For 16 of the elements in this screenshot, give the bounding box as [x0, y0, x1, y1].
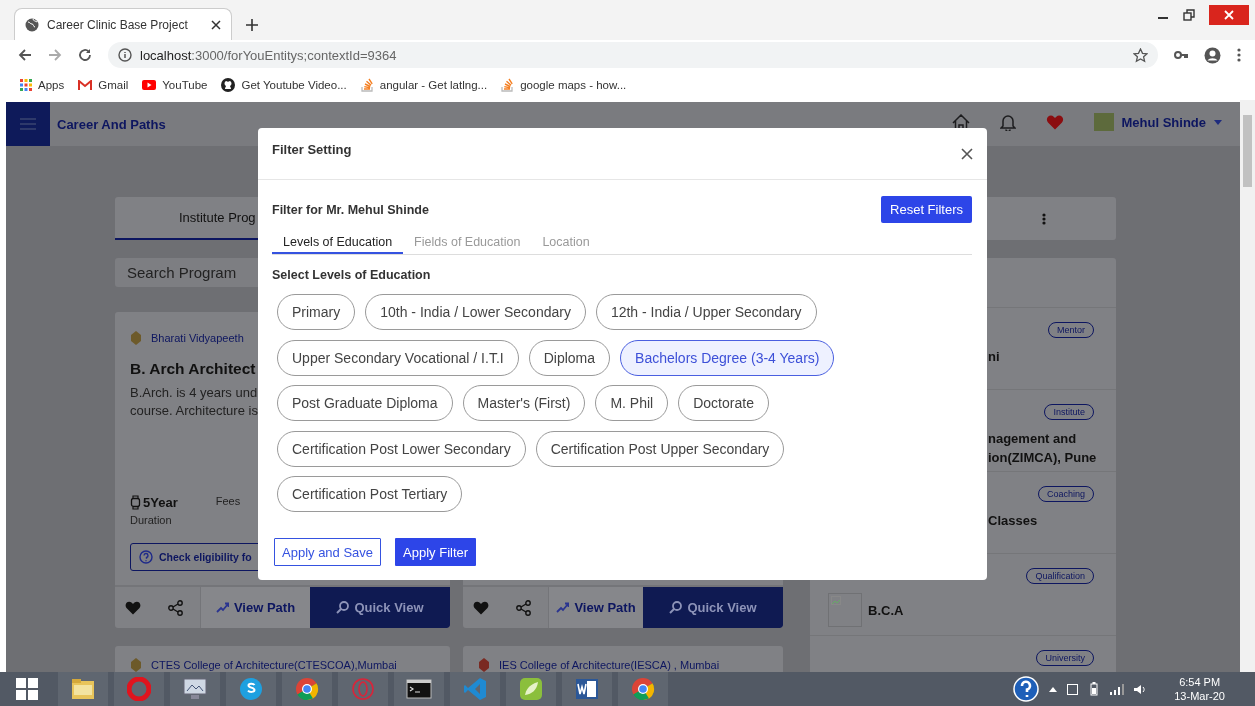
duration-label: Duration: [130, 514, 173, 526]
list-item-title: B.C.A: [868, 601, 904, 620]
program-description: course. Architecture is: [130, 402, 258, 420]
section-title: Select Levels of Education: [272, 268, 432, 282]
clock-date: 13-Mar-20: [1174, 689, 1225, 703]
fees-label: Fees: [215, 495, 241, 507]
list-item-title: ni: [988, 348, 1001, 366]
app-title: Career And Paths: [57, 116, 167, 132]
clock-time: 6:54 PM: [1179, 675, 1221, 689]
list-item-title: Classes: [988, 512, 1039, 530]
duration-value: 5Year: [143, 495, 178, 510]
list-item-title: nagement and: [988, 430, 1078, 448]
list-item-title: ion(ZIMCA), Pune: [988, 449, 1094, 467]
dialog-title: Filter Setting: [272, 142, 352, 157]
program-description: B.Arch. is 4 years und: [130, 384, 258, 402]
program-title: B. Arch Architect: [130, 360, 256, 378]
